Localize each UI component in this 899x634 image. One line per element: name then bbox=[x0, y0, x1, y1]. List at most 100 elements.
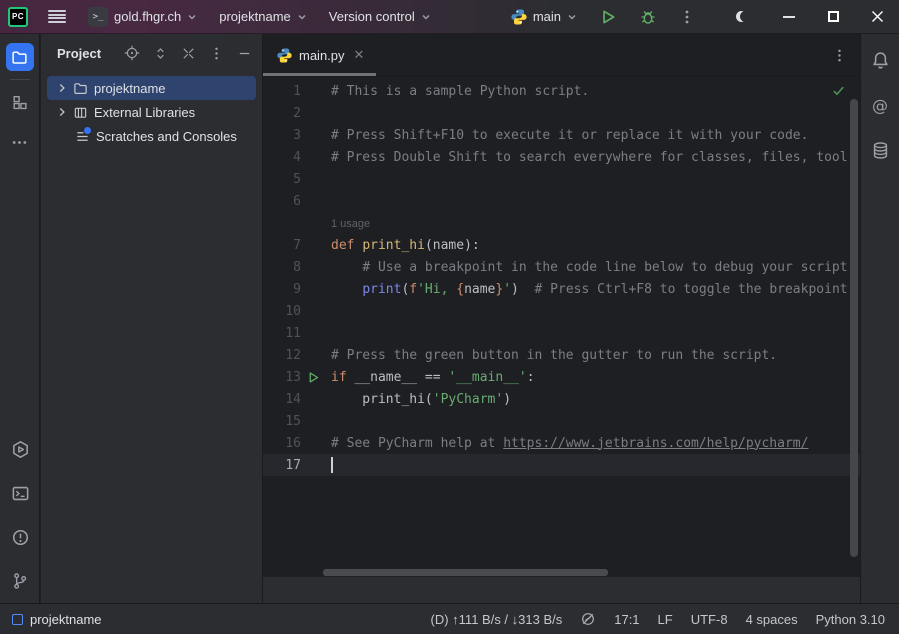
line-number[interactable]: 13 bbox=[263, 370, 301, 385]
line-number[interactable]: 7 bbox=[263, 238, 301, 253]
expand-all-icon[interactable] bbox=[153, 46, 168, 61]
code-line-14[interactable]: 14 print_hi('PyCharm') bbox=[263, 388, 860, 410]
encoding-widget[interactable]: UTF-8 bbox=[691, 612, 728, 627]
line-number[interactable]: 10 bbox=[263, 304, 301, 319]
more-actions-icon[interactable] bbox=[679, 9, 695, 25]
notifications-button[interactable] bbox=[866, 46, 894, 74]
code-line-17[interactable]: 17 bbox=[263, 454, 860, 476]
network-speed-widget[interactable]: (D) ↑111 B/s / ↓313 B/s bbox=[431, 612, 563, 627]
tree-item-scratches[interactable]: Scratches and Consoles bbox=[47, 124, 256, 148]
python-logo-icon bbox=[277, 48, 292, 63]
line-number[interactable]: 8 bbox=[263, 260, 301, 275]
statusbar-project-widget[interactable]: projektname bbox=[12, 612, 102, 627]
maximize-icon bbox=[828, 11, 839, 22]
ai-assistant-button[interactable]: @ bbox=[866, 91, 894, 119]
code-line-7[interactable]: 7def print_hi(name): bbox=[263, 234, 860, 256]
code-editor[interactable]: 1# This is a sample Python script. 2 3# Pr… bbox=[263, 77, 860, 577]
code-line-16[interactable]: 16# See PyCharm help at https://www.jetb… bbox=[263, 432, 860, 454]
chevron-down-icon bbox=[187, 12, 197, 22]
tool-window-services-button[interactable] bbox=[6, 435, 34, 463]
line-number[interactable]: 4 bbox=[263, 150, 301, 165]
tab-label: main.py bbox=[299, 48, 345, 63]
inspection-ok-icon[interactable] bbox=[831, 83, 846, 98]
editor-zone: main.py ✕ 1# This is a sample Python scr… bbox=[262, 34, 860, 577]
tab-main-py[interactable]: main.py ✕ bbox=[263, 34, 376, 76]
code-line-8[interactable]: 8 # Use a breakpoint in the code line be… bbox=[263, 256, 860, 278]
line-number[interactable]: 6 bbox=[263, 194, 301, 209]
line-number[interactable]: 1 bbox=[263, 84, 301, 99]
usage-inlay-hint[interactable]: 1 usage bbox=[331, 218, 370, 230]
code-line-5[interactable]: 5 bbox=[263, 168, 860, 190]
tree-item-projektname[interactable]: projektname bbox=[47, 76, 256, 100]
code-line-4[interactable]: 4# Press Double Shift to search everywhe… bbox=[263, 146, 860, 168]
tool-window-git-button[interactable] bbox=[6, 567, 34, 595]
line-number[interactable]: 5 bbox=[263, 172, 301, 187]
line-number[interactable]: 9 bbox=[263, 282, 301, 297]
statusbar-project-label: projektname bbox=[30, 612, 102, 627]
code-line-12[interactable]: 12# Press the green button in the gutter… bbox=[263, 344, 860, 366]
code-line-9[interactable]: 9 print(f'Hi, {name}') # Press Ctrl+F8 t… bbox=[263, 278, 860, 300]
line-separator-widget[interactable]: LF bbox=[658, 612, 673, 627]
code-line-2[interactable]: 2 bbox=[263, 102, 860, 124]
line-number[interactable]: 12 bbox=[263, 348, 301, 363]
horizontal-scrollbar[interactable] bbox=[323, 569, 608, 576]
ai-assistant-icon: @ bbox=[872, 96, 888, 115]
code-line-10[interactable]: 10 bbox=[263, 300, 860, 322]
chevron-down-icon bbox=[421, 12, 431, 22]
debug-button[interactable] bbox=[639, 8, 657, 26]
title-bar: PC >_ gold.fhgr.ch projektname Version c… bbox=[0, 0, 899, 34]
project-switcher-label: gold.fhgr.ch bbox=[114, 9, 181, 24]
theme-toggle-button[interactable] bbox=[723, 2, 767, 32]
main-menu-icon[interactable] bbox=[48, 10, 66, 23]
tool-window-terminal-button[interactable] bbox=[6, 479, 34, 507]
minimize-button[interactable] bbox=[767, 2, 811, 32]
chevron-right-icon[interactable] bbox=[55, 81, 69, 95]
hide-panel-icon[interactable] bbox=[237, 46, 252, 61]
vcs-label: Version control bbox=[329, 9, 415, 24]
tab-options-icon[interactable] bbox=[832, 48, 847, 63]
code-line-15[interactable]: 15 bbox=[263, 410, 860, 432]
highlighting-off-icon[interactable] bbox=[580, 611, 596, 627]
code-line-11[interactable]: 11 bbox=[263, 322, 860, 344]
more-tool-windows-button[interactable] bbox=[6, 128, 34, 156]
interpreter-widget[interactable]: Python 3.10 bbox=[816, 612, 885, 627]
vertical-scrollbar[interactable] bbox=[850, 99, 858, 557]
collapse-all-icon[interactable] bbox=[181, 46, 196, 61]
tool-window-problems-button[interactable] bbox=[6, 523, 34, 551]
panel-options-icon[interactable] bbox=[209, 46, 224, 61]
folder-icon bbox=[11, 49, 28, 66]
line-number[interactable]: 3 bbox=[263, 128, 301, 143]
line-number[interactable]: 2 bbox=[263, 106, 301, 121]
tree-item-external-libraries[interactable]: External Libraries bbox=[47, 100, 256, 124]
moon-icon bbox=[740, 11, 751, 22]
line-number[interactable]: 14 bbox=[263, 392, 301, 407]
indent-widget[interactable]: 4 spaces bbox=[746, 612, 798, 627]
code-line-3[interactable]: 3# Press Shift+F10 to execute it or repl… bbox=[263, 124, 860, 146]
pycharm-logo-icon: PC bbox=[8, 7, 28, 27]
run-button[interactable] bbox=[599, 8, 617, 26]
project-tree: projektname External Libraries Scratches… bbox=[41, 72, 262, 148]
code-line-13[interactable]: 13if __name__ == '__main__': bbox=[263, 366, 860, 388]
vcs-menu[interactable]: Version control bbox=[329, 9, 431, 24]
tab-close-icon[interactable]: ✕ bbox=[354, 47, 365, 63]
module-menu[interactable]: projektname bbox=[219, 9, 307, 24]
tool-window-structure-button[interactable] bbox=[6, 88, 34, 116]
active-tab-underline bbox=[263, 73, 376, 76]
line-number[interactable]: 15 bbox=[263, 414, 301, 429]
database-button[interactable] bbox=[866, 136, 894, 164]
project-switcher[interactable]: >_ gold.fhgr.ch bbox=[88, 7, 197, 27]
maximize-button[interactable] bbox=[811, 2, 855, 32]
line-number[interactable]: 17 bbox=[263, 458, 301, 473]
run-configuration-select[interactable]: main bbox=[511, 9, 577, 25]
chevron-right-icon[interactable] bbox=[55, 105, 69, 119]
line-number[interactable]: 11 bbox=[263, 326, 301, 341]
code-line-1[interactable]: 1# This is a sample Python script. bbox=[263, 80, 860, 102]
services-icon bbox=[11, 440, 30, 459]
tool-window-project-button[interactable] bbox=[6, 43, 34, 71]
select-opened-file-icon[interactable] bbox=[124, 45, 140, 61]
caret-position-widget[interactable]: 17:1 bbox=[614, 612, 639, 627]
line-number[interactable]: 16 bbox=[263, 436, 301, 451]
run-line-icon[interactable] bbox=[307, 371, 320, 384]
code-line-6[interactable]: 6 bbox=[263, 190, 860, 212]
close-button[interactable] bbox=[855, 2, 899, 32]
